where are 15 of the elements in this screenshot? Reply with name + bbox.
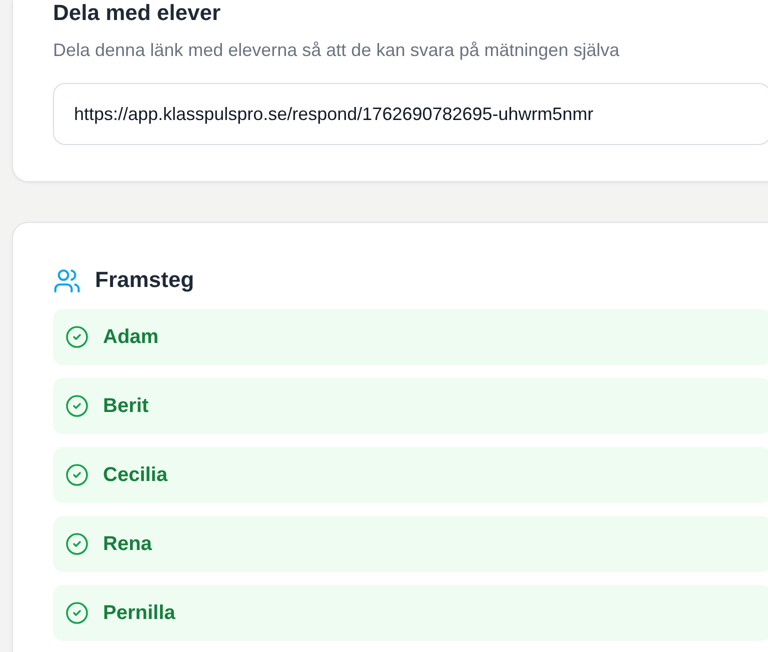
check-circle-icon — [65, 394, 89, 418]
share-description: Dela denna länk med eleverna så att de kan svara på mätningen själva — [53, 40, 620, 61]
check-circle-icon — [65, 601, 89, 625]
card-title: Dela med elever — [53, 0, 221, 26]
student-name: Pernilla — [103, 602, 176, 624]
users-icon — [53, 267, 81, 295]
check-circle-icon — [65, 463, 89, 487]
student-name: Berit — [103, 394, 149, 418]
student-name: Rena — [103, 532, 152, 556]
student-name: Adam — [103, 326, 159, 348]
check-circle-icon — [65, 532, 89, 556]
student-name: Cecilia — [103, 464, 168, 486]
card-title: Framsteg — [95, 267, 194, 293]
check-circle-icon — [65, 325, 89, 349]
link-field[interactable]: https://app.klasspulspro.se/respond/1762690782695-uhwrm5nmr — [53, 83, 768, 145]
